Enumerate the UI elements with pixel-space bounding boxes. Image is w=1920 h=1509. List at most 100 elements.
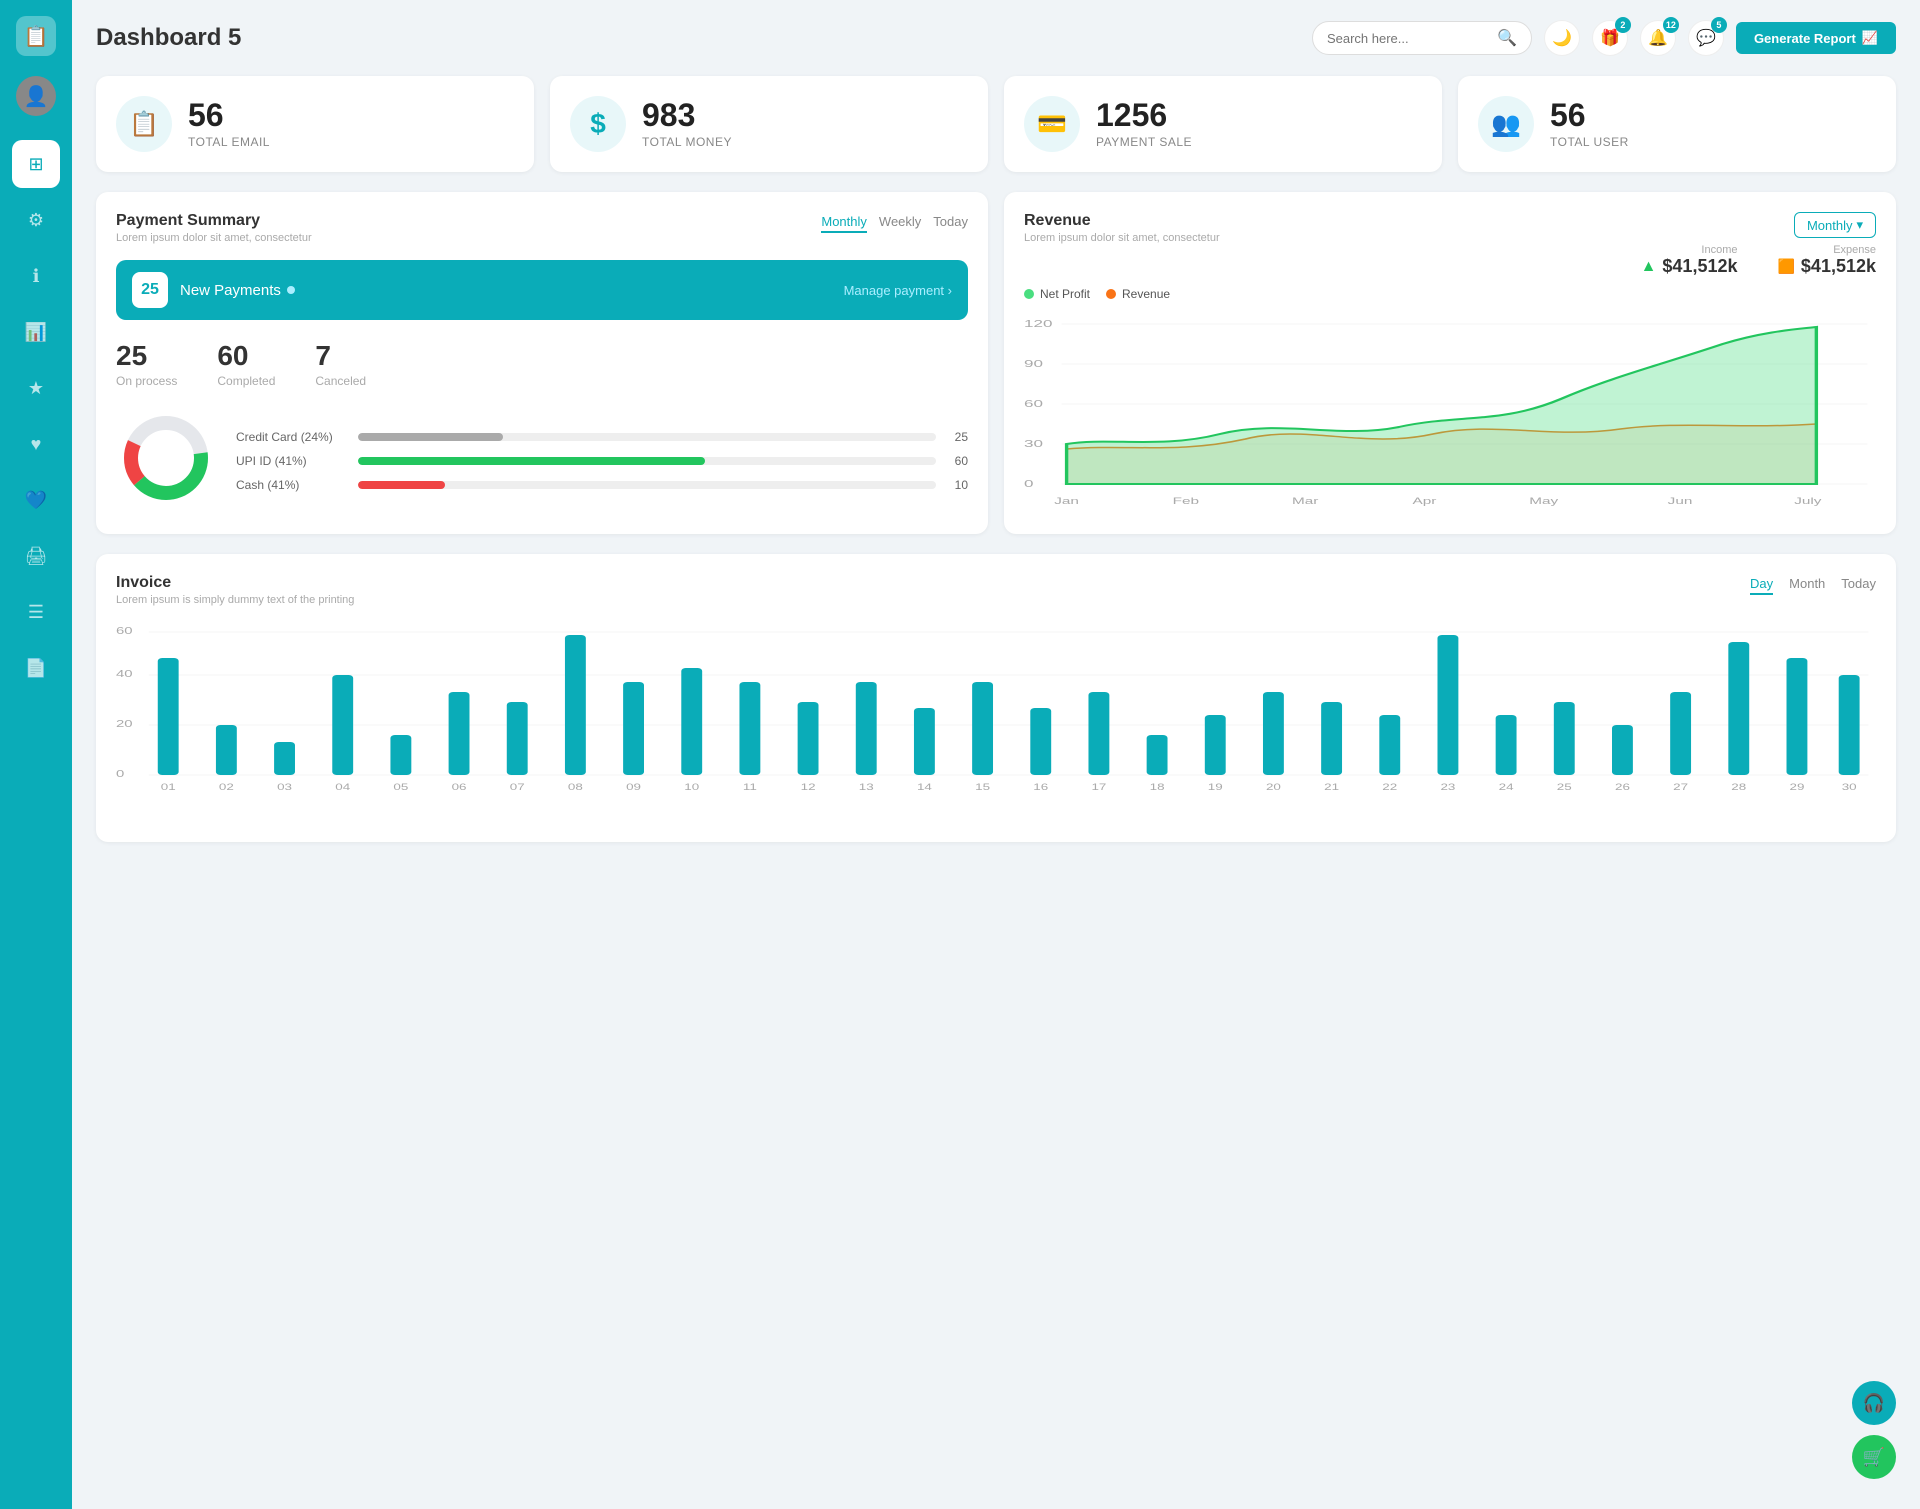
- bar-12: [798, 702, 819, 775]
- revenue-title-block: Revenue Lorem ipsum dolor sit amet, cons…: [1024, 212, 1220, 244]
- svg-text:09: 09: [626, 783, 641, 792]
- svg-text:15: 15: [975, 783, 990, 792]
- expense-amount: $41,512k: [1801, 256, 1876, 277]
- svg-text:05: 05: [393, 783, 408, 792]
- svg-text:Jan: Jan: [1054, 496, 1079, 506]
- stat-card-total-money: $ 983 TOTAL MONEY: [550, 76, 988, 172]
- search-box[interactable]: 🔍: [1312, 21, 1532, 55]
- notification-button[interactable]: 🔔 12: [1640, 20, 1676, 56]
- manage-payment-text: Manage payment: [844, 283, 944, 298]
- svg-text:25: 25: [1557, 783, 1572, 792]
- sidebar-item-heart[interactable]: ♥: [12, 420, 60, 468]
- svg-text:08: 08: [568, 783, 583, 792]
- gift-badge: 2: [1615, 17, 1631, 33]
- svg-text:20: 20: [116, 718, 133, 729]
- invoice-title-block: Invoice Lorem ipsum is simply dummy text…: [116, 574, 354, 606]
- heart-icon: ♥: [31, 434, 42, 455]
- sidebar-item-dashboard[interactable]: ⊞: [12, 140, 60, 188]
- expense-block: Expense 🟧 $41,512k: [1777, 244, 1876, 277]
- bar-19: [1205, 715, 1226, 775]
- svg-text:14: 14: [917, 783, 933, 792]
- invoice-tab-day[interactable]: Day: [1750, 574, 1773, 595]
- new-payments-count: 25: [132, 272, 168, 308]
- tab-monthly[interactable]: Monthly: [821, 212, 867, 233]
- legend-row: Net Profit Revenue: [1024, 287, 1876, 301]
- star-icon: ★: [28, 378, 44, 399]
- donut-chart: [116, 408, 216, 513]
- svg-text:30: 30: [1842, 783, 1857, 792]
- generate-report-button[interactable]: Generate Report 📈: [1736, 22, 1896, 54]
- bar-24: [1496, 715, 1517, 775]
- bar-21: [1321, 702, 1342, 775]
- bar-16: [1030, 708, 1051, 775]
- tab-weekly[interactable]: Weekly: [879, 212, 921, 233]
- manage-payment-link[interactable]: Manage payment ›: [844, 283, 952, 298]
- svg-text:20: 20: [1266, 783, 1281, 792]
- cart-icon: 🛒: [1863, 1447, 1885, 1468]
- invoice-subtitle: Lorem ipsum is simply dummy text of the …: [116, 594, 354, 606]
- new-payments-text: New Payments: [180, 282, 281, 299]
- bar-09: [623, 682, 644, 775]
- sidebar-item-list[interactable]: ☰: [12, 588, 60, 636]
- sidebar-item-doc[interactable]: 📄: [12, 644, 60, 692]
- progress-item-cash: Cash (41%) 10: [236, 478, 968, 492]
- tab-today[interactable]: Today: [933, 212, 968, 233]
- progress-track-cash: [358, 481, 936, 489]
- sidebar-item-chart[interactable]: 📊: [12, 308, 60, 356]
- income-value: ▲ $41,512k: [1641, 256, 1738, 277]
- bar-14: [914, 708, 935, 775]
- svg-text:60: 60: [116, 625, 133, 636]
- chat-button[interactable]: 💬 5: [1688, 20, 1724, 56]
- bar-11: [739, 682, 760, 775]
- expense-label: Expense: [1777, 244, 1876, 256]
- bar-27: [1670, 692, 1691, 775]
- invoice-tab-today[interactable]: Today: [1841, 574, 1876, 595]
- chevron-down-icon: ▾: [1856, 217, 1863, 233]
- sidebar-item-star[interactable]: ★: [12, 364, 60, 412]
- progress-value-upi: 60: [948, 454, 968, 468]
- completed-number: 60: [217, 340, 275, 372]
- progress-value-cash: 10: [948, 478, 968, 492]
- svg-text:04: 04: [335, 783, 351, 792]
- bar-23: [1437, 635, 1458, 775]
- support-fab[interactable]: 🎧: [1852, 1381, 1896, 1425]
- svg-text:18: 18: [1150, 783, 1165, 792]
- total-email-icon: 📋: [116, 96, 172, 152]
- sidebar-logo[interactable]: 📋: [16, 16, 56, 56]
- sidebar-item-heart2[interactable]: 💙: [12, 476, 60, 524]
- chat-badge: 5: [1711, 17, 1727, 33]
- invoice-title: Invoice: [116, 574, 354, 592]
- cart-fab[interactable]: 🛒: [1852, 1435, 1896, 1479]
- invoice-bar-chart: 60 40 20 0: [116, 622, 1876, 822]
- stats-grid: 📋 56 TOTAL EMAIL $ 983 TOTAL MONEY 💳 125…: [96, 76, 1896, 172]
- payment-sale-number: 1256: [1096, 99, 1192, 131]
- header-right: 🔍 🌙 🎁 2 🔔 12 💬 5 Generate Report 📈: [1312, 20, 1896, 56]
- bar-13: [856, 682, 877, 775]
- svg-text:11: 11: [743, 783, 757, 792]
- sidebar-item-info[interactable]: ℹ: [12, 252, 60, 300]
- invoice-tab-month[interactable]: Month: [1789, 574, 1825, 595]
- payment-summary-title: Payment Summary: [116, 212, 312, 230]
- sidebar-avatar[interactable]: 👤: [16, 76, 56, 116]
- sidebar-item-print[interactable]: 🖨: [12, 532, 60, 580]
- income-amount: $41,512k: [1662, 256, 1737, 277]
- svg-text:0: 0: [116, 768, 124, 779]
- bar-chart-icon: 📈: [1862, 30, 1878, 46]
- revenue-monthly-dropdown[interactable]: Monthly ▾: [1794, 212, 1876, 238]
- sidebar-item-settings[interactable]: ⚙: [12, 196, 60, 244]
- svg-text:90: 90: [1024, 358, 1043, 369]
- search-input[interactable]: [1327, 31, 1489, 46]
- svg-text:06: 06: [452, 783, 467, 792]
- payment-summary-title-block: Payment Summary Lorem ipsum dolor sit am…: [116, 212, 312, 244]
- svg-text:22: 22: [1382, 783, 1397, 792]
- svg-text:13: 13: [859, 783, 874, 792]
- svg-text:30: 30: [1024, 438, 1043, 449]
- progress-value-creditcard: 25: [948, 430, 968, 444]
- info-icon: ℹ: [33, 266, 40, 287]
- svg-text:16: 16: [1033, 783, 1048, 792]
- gift-button[interactable]: 🎁 2: [1592, 20, 1628, 56]
- new-payments-left: 25 New Payments: [132, 272, 295, 308]
- svg-text:26: 26: [1615, 783, 1630, 792]
- theme-toggle-button[interactable]: 🌙: [1544, 20, 1580, 56]
- on-process-label: On process: [116, 374, 177, 388]
